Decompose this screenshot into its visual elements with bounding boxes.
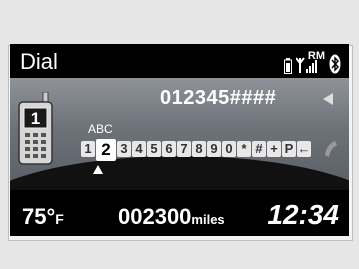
key-letters: ABC (88, 122, 113, 136)
panel-arc-decoration (10, 156, 349, 190)
dialed-number: 012345#### (160, 87, 277, 109)
bluetooth-icon (329, 54, 341, 74)
clock: 12:34 (267, 199, 339, 230)
outside-temperature: 75°F (22, 204, 64, 230)
temperature-unit: F (55, 211, 64, 227)
keypad-row: 1 2 3 4 5 6 7 8 9 0 * # + P ← (81, 139, 311, 161)
key-2-selected[interactable]: 2 (96, 139, 116, 161)
key-6[interactable]: 6 (162, 141, 176, 157)
key-hash[interactable]: # (252, 141, 266, 157)
handset-call-icon[interactable] (322, 140, 338, 163)
key-plus[interactable]: + (267, 141, 281, 157)
dial-screen: Dial RM 1 012345#### ABC 1 2 3 4 5 6 7 8… (10, 44, 349, 236)
key-8[interactable]: 8 (192, 141, 206, 157)
svg-text:1: 1 (31, 109, 40, 128)
odometer-unit: miles (191, 212, 225, 227)
roaming-icon: RM (307, 50, 325, 62)
phone-battery-icon (283, 58, 292, 74)
screen-title: Dial (20, 49, 58, 74)
key-0[interactable]: 0 (222, 141, 236, 157)
header-bar: Dial RM (10, 44, 349, 78)
key-delete[interactable]: ← (297, 141, 311, 157)
selection-caret-icon (93, 165, 103, 174)
backspace-icon[interactable] (323, 93, 333, 105)
info-bar: 75°F 002300miles 12:34 (10, 190, 349, 236)
key-pause[interactable]: P (282, 141, 296, 157)
key-9[interactable]: 9 (207, 141, 221, 157)
key-star[interactable]: * (237, 141, 251, 157)
odometer: 002300miles (118, 204, 225, 230)
status-icons: RM (283, 48, 341, 74)
key-3[interactable]: 3 (117, 141, 131, 157)
temperature-value: 75° (22, 204, 56, 229)
key-4[interactable]: 4 (132, 141, 146, 157)
dial-panel: 1 012345#### ABC 1 2 3 4 5 6 7 8 9 0 * #… (10, 78, 349, 190)
key-5[interactable]: 5 (147, 141, 161, 157)
key-1[interactable]: 1 (81, 141, 95, 157)
odometer-value: 002300 (118, 204, 192, 229)
key-7[interactable]: 7 (177, 141, 191, 157)
cellphone-icon: 1 (16, 91, 56, 171)
